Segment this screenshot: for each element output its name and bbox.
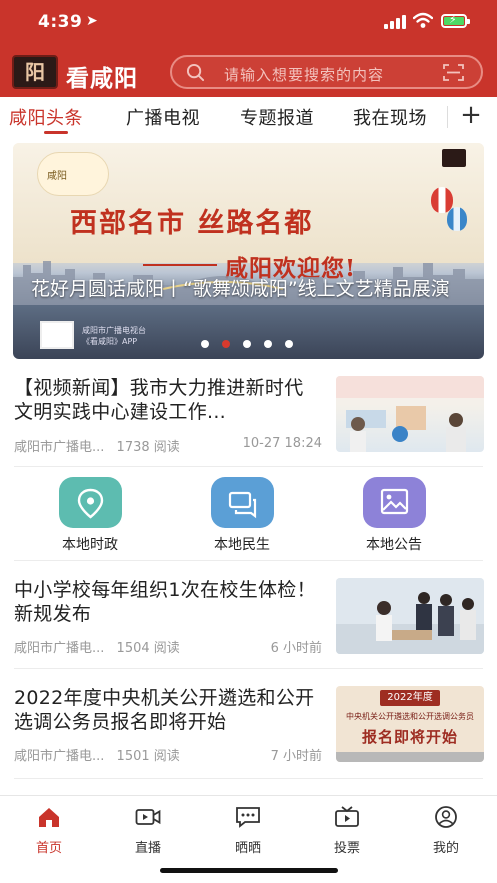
video-camera-icon	[135, 809, 161, 825]
carousel-dot[interactable]	[264, 340, 272, 348]
search-placeholder: 请输入想要搜索的内容	[224, 66, 385, 84]
thumb-year: 2022年度	[380, 690, 440, 706]
news-time: 6 小时前	[270, 641, 322, 656]
news-divider	[14, 668, 483, 669]
tab-broadcast-tv[interactable]: 广播电视	[126, 104, 200, 130]
location-pin-icon	[58, 477, 122, 528]
qr-code-icon	[40, 321, 74, 349]
home-indicator	[160, 868, 338, 873]
thumb-line: 中央机关公开遴选和公开选调公务员	[346, 712, 474, 721]
hero-banner[interactable]: 咸阳 西部名市 丝路名都 咸阳欢迎您! 花好月圆话咸阳丨“歌舞颂咸阳”线上文艺精…	[13, 143, 484, 359]
nav-home[interactable]: 首页	[14, 806, 84, 856]
app-header: 4:39 ➤ ⚡ 阳 看咸阳 请输入想要搜索的内容	[0, 0, 497, 97]
news-source: 咸阳市广播电...	[14, 749, 105, 764]
home-icon	[39, 808, 59, 827]
app-name: 看咸阳	[66, 65, 138, 92]
nav-label: 直播	[134, 841, 161, 856]
thumb-big-text: 报名即将开始	[361, 728, 458, 746]
banner-app-logo-icon	[442, 149, 466, 167]
status-bar: 4:39 ➤ ⚡	[0, 0, 497, 44]
section-divider	[14, 560, 483, 561]
nav-label: 晒晒	[234, 841, 261, 856]
nav-label: 首页	[35, 841, 62, 856]
carousel-dot[interactable]	[243, 340, 251, 348]
banner-credit-line: 《看咸阳》APP	[82, 337, 138, 346]
tv-icon	[335, 806, 359, 827]
nav-live[interactable]: 直播	[113, 806, 183, 856]
add-channel-button[interactable]: +	[456, 100, 486, 130]
news-title: 【视频新闻】我市大力推进新时代文明实践中心建设工作...	[14, 377, 304, 423]
search-icon	[186, 63, 205, 82]
wifi-icon	[413, 12, 433, 28]
hot-air-balloon-icon	[447, 207, 467, 231]
carousel-dot-active[interactable]	[222, 340, 230, 348]
quick-link-label: 本地公告	[366, 537, 422, 553]
quick-link-label: 本地时政	[62, 537, 118, 553]
nav-label: 我的	[432, 841, 459, 856]
scan-icon[interactable]	[443, 63, 464, 82]
chat-bubbles-icon	[210, 477, 274, 528]
banner-credit: 咸阳市广播电视台 《看咸阳》APP	[82, 325, 146, 347]
status-time: 4:39	[38, 12, 83, 32]
tab-on-site[interactable]: 我在现场	[353, 104, 427, 130]
news-thumbnail-image	[336, 578, 484, 654]
nav-vote[interactable]: 投票	[312, 806, 382, 856]
app-logo-icon: 阳	[12, 55, 58, 89]
image-icon	[362, 477, 426, 528]
news-thumbnail-image	[336, 376, 484, 452]
news-divider	[14, 778, 483, 779]
banner-credit-line: 咸阳市广播电视台	[82, 326, 146, 335]
news-meta: 咸阳市广播电... 1501 阅读	[14, 745, 180, 764]
news-thumbnail: 2022年度 中央机关公开遴选和公开选调公务员 报名即将开始	[336, 686, 484, 762]
news-reads: 1738 阅读	[116, 440, 180, 455]
news-meta: 咸阳市广播电... 1738 阅读	[14, 436, 180, 455]
news-title: 中小学校每年组织1次在校生体检！新规发布	[14, 579, 316, 625]
news-thumbnail	[336, 376, 484, 452]
news-divider	[14, 466, 483, 467]
news-source: 咸阳市广播电...	[14, 440, 105, 455]
quick-link-local-notices[interactable]: 本地公告	[344, 477, 444, 554]
banner-badge-text: 咸阳	[47, 171, 67, 182]
banner-slogan-main: 西部名市 丝路名都	[70, 208, 314, 239]
battery-icon: ⚡	[441, 13, 470, 28]
tab-headlines[interactable]: 咸阳头条	[9, 104, 83, 130]
search-bar[interactable]: 请输入想要搜索的内容	[170, 55, 483, 89]
tab-divider	[447, 106, 448, 128]
channel-tabs: 咸阳头条 广播电视 专题报道 我在现场	[0, 97, 497, 137]
user-icon	[435, 806, 457, 828]
nav-label: 投票	[333, 841, 360, 856]
quick-link-local-livelihood[interactable]: 本地民生	[192, 477, 292, 554]
news-title: 2022年度中央机关公开遴选和公开选调公务员报名即将开始	[14, 687, 315, 733]
news-time: 7 小时前	[270, 749, 322, 764]
location-arrow-icon: ➤	[86, 13, 98, 29]
news-thumbnail	[336, 578, 484, 654]
carousel-dot[interactable]	[285, 340, 293, 348]
carousel-dot[interactable]	[201, 340, 209, 348]
quick-link-label: 本地民生	[214, 537, 270, 553]
news-time: 10-27 18:24	[242, 436, 322, 451]
banner-caption: 花好月圆话咸阳丨“歌舞颂咸阳”线上文艺精品展演	[31, 278, 450, 300]
news-reads: 1504 阅读	[116, 641, 180, 656]
thumb-footer-strip	[336, 752, 484, 762]
news-reads: 1501 阅读	[116, 749, 180, 764]
tab-special-reports[interactable]: 专题报道	[240, 104, 314, 130]
nav-profile[interactable]: 我的	[411, 806, 481, 856]
message-icon	[236, 807, 260, 828]
news-meta: 咸阳市广播电... 1504 阅读	[14, 637, 180, 656]
active-tab-indicator	[44, 131, 68, 134]
nav-share[interactable]: 晒晒	[213, 806, 283, 856]
news-source: 咸阳市广播电...	[14, 641, 105, 656]
cellular-signal-icon	[384, 15, 406, 29]
quick-link-local-politics[interactable]: 本地时政	[40, 477, 140, 554]
